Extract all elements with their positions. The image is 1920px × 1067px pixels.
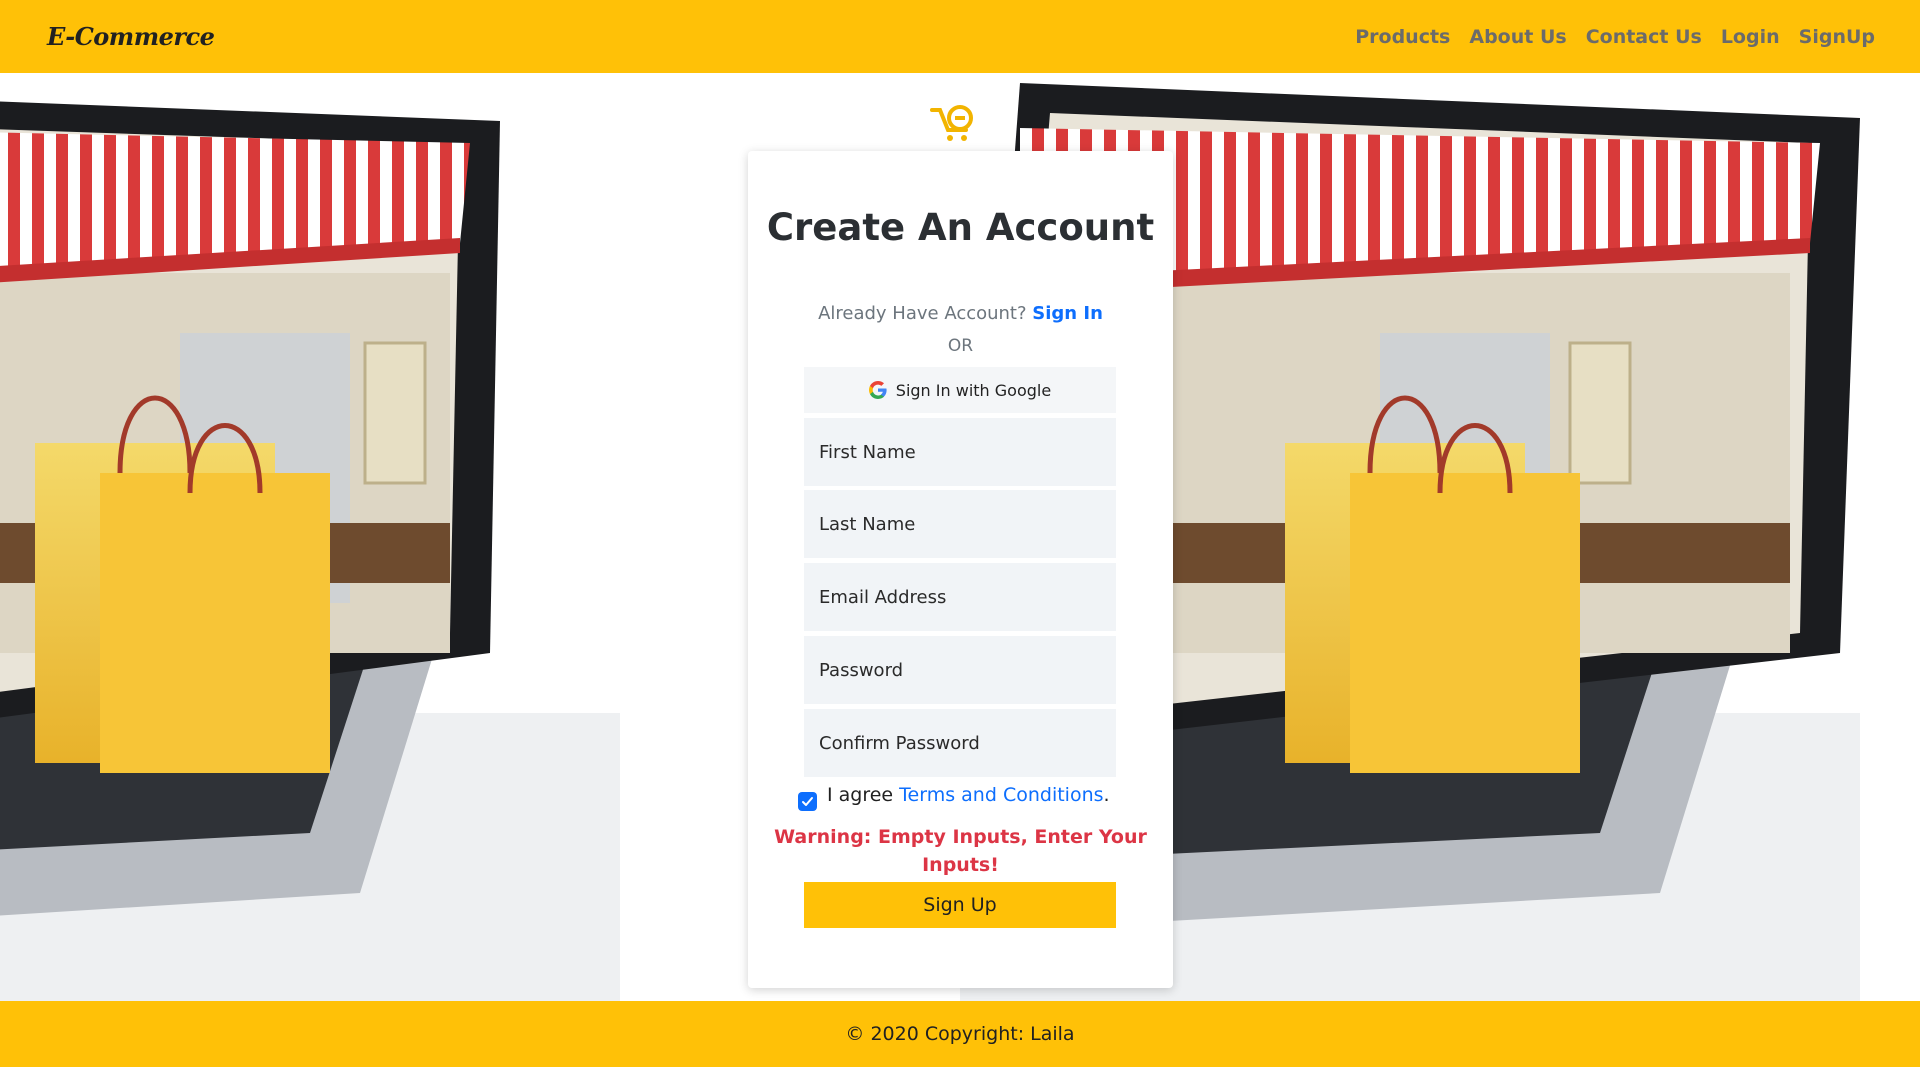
terms-checkbox[interactable]	[798, 792, 817, 811]
agree-suffix: .	[1103, 784, 1110, 806]
brand-logo[interactable]: E-Commerce	[47, 22, 215, 51]
warning-message: Warning: Empty Inputs, Enter Your Inputs…	[774, 826, 1147, 876]
nav-login[interactable]: Login	[1721, 26, 1780, 48]
terms-text: I agree Terms and Conditions.	[827, 784, 1110, 806]
terms-link[interactable]: Terms and Conditions	[899, 784, 1103, 806]
signin-link[interactable]: Sign In	[1032, 303, 1103, 324]
nav-products[interactable]: Products	[1355, 26, 1450, 48]
google-icon	[868, 381, 887, 399]
google-signin-button[interactable]: Sign In with Google	[804, 367, 1116, 413]
last-name-field[interactable]	[804, 490, 1116, 558]
terms-agreement: I agree Terms and Conditions.	[798, 784, 1110, 811]
page-title: Create An Account	[766, 206, 1155, 249]
nav-links: Products About Us Contact Us Login SignU…	[1355, 26, 1875, 48]
footer: © 2020 Copyright: Laila	[0, 1001, 1920, 1067]
cart-logo-icon	[924, 92, 992, 150]
first-name-field[interactable]	[804, 418, 1116, 486]
nav-signup[interactable]: SignUp	[1799, 26, 1875, 48]
agree-prefix: I agree	[827, 784, 894, 806]
nav-about-us[interactable]: About Us	[1469, 26, 1566, 48]
already-account-label: Already Have Account?	[818, 303, 1027, 324]
signup-button[interactable]: Sign Up	[804, 882, 1116, 928]
laptop-shop-illustration	[0, 101, 620, 1001]
or-divider: OR	[947, 336, 974, 356]
confirm-password-field[interactable]	[804, 709, 1116, 777]
email-field[interactable]	[804, 563, 1116, 631]
google-signin-label: Sign In with Google	[895, 380, 1052, 400]
password-field[interactable]	[804, 636, 1116, 704]
navbar: E-Commerce Products About Us Contact Us …	[0, 0, 1920, 73]
copyright-text: © 2020 Copyright: Laila	[845, 1023, 1075, 1045]
nav-contact-us[interactable]: Contact Us	[1586, 26, 1702, 48]
checkmark-icon	[802, 797, 813, 806]
signup-card: Create An Account Already Have Account? …	[748, 151, 1173, 988]
already-account-text: Already Have Account? Sign In	[748, 303, 1173, 324]
